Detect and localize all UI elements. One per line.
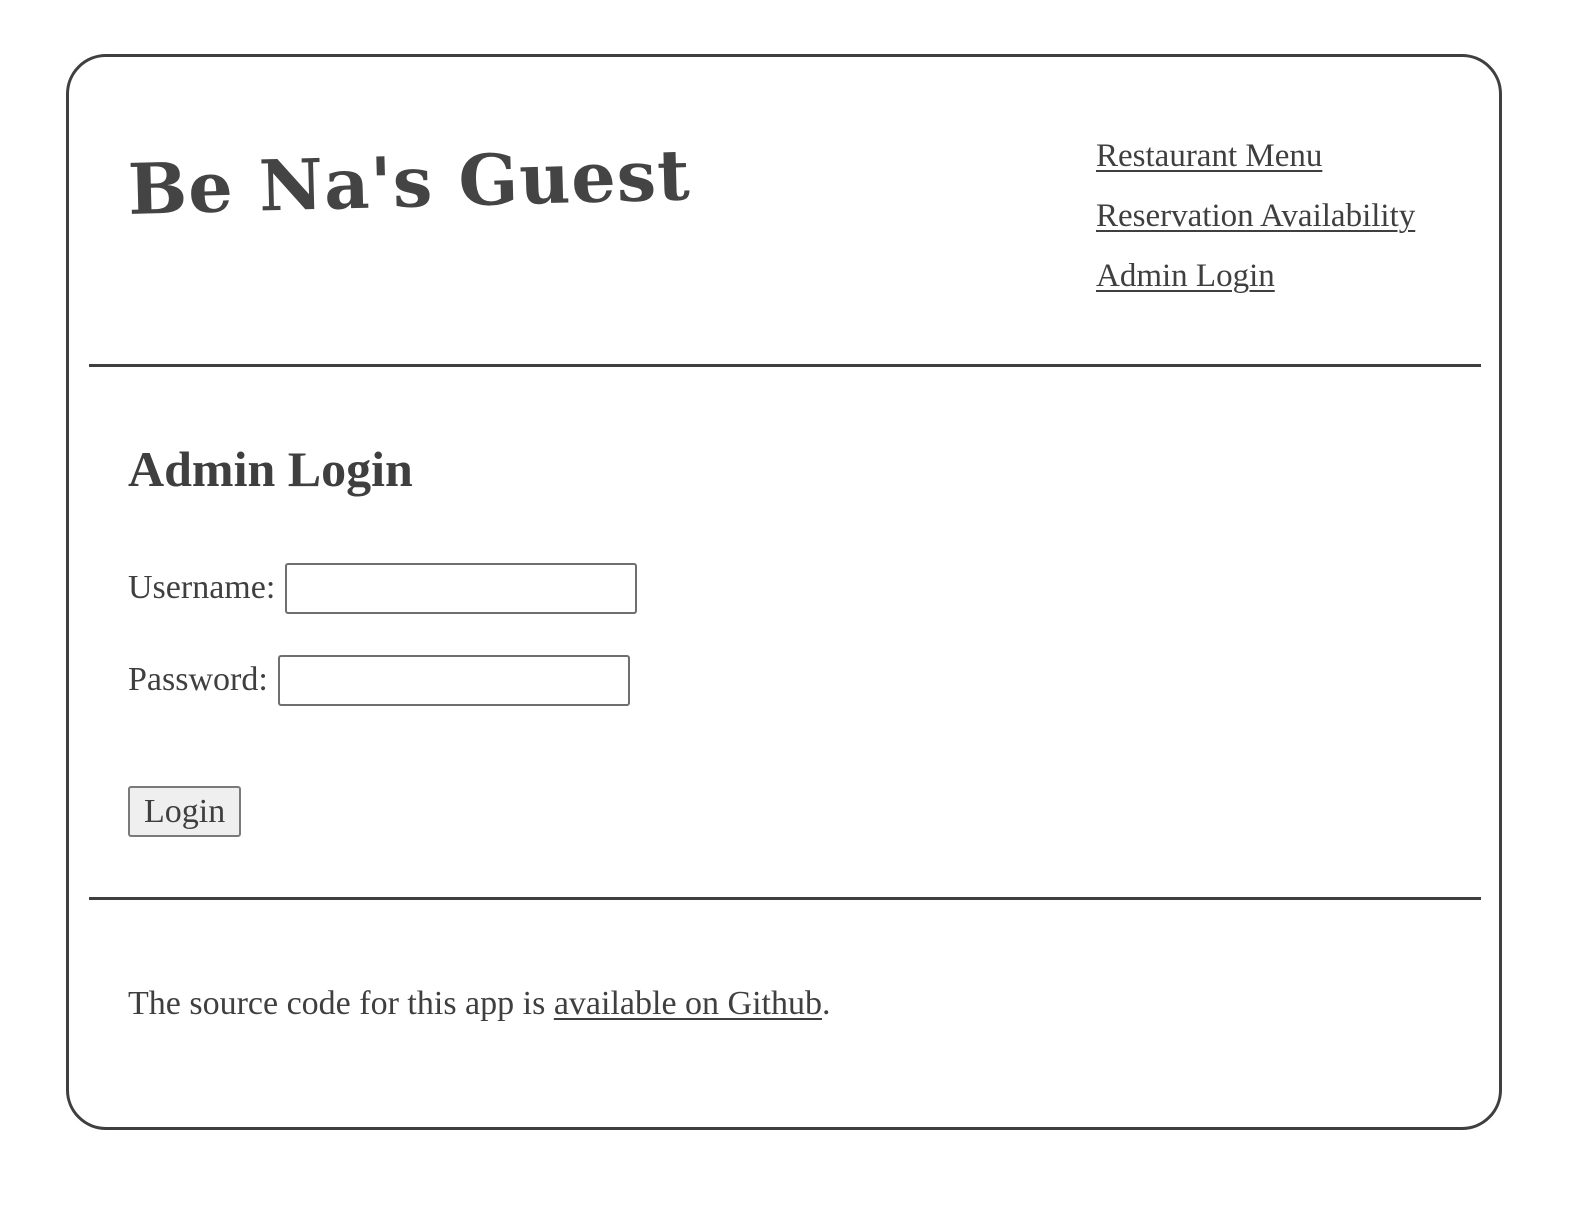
nav-link-reservation-availability[interactable]: Reservation Availability	[1096, 186, 1415, 246]
footer-text: The source code for this app is availabl…	[128, 980, 830, 1028]
footer-text-before: The source code for this app is	[128, 985, 554, 1022]
username-row: Username:	[128, 562, 638, 614]
page-title: Admin Login	[128, 441, 413, 497]
main-nav: Restaurant Menu Reservation Availability…	[1096, 126, 1415, 306]
header-divider	[89, 364, 1481, 367]
password-row: Password:	[128, 654, 630, 706]
site-title: Be Na's Guest	[126, 133, 692, 231]
nav-link-admin-login[interactable]: Admin Login	[1096, 246, 1415, 306]
footer-divider	[89, 897, 1481, 900]
footer-text-after: .	[821, 985, 831, 1022]
github-link[interactable]: available on Github	[554, 985, 822, 1022]
username-input[interactable]	[285, 562, 638, 614]
nav-link-restaurant-menu[interactable]: Restaurant Menu	[1096, 126, 1415, 186]
password-label: Password:	[128, 661, 268, 698]
username-label: Username:	[128, 569, 276, 606]
login-button[interactable]: Login	[128, 786, 242, 837]
password-input[interactable]	[277, 654, 630, 706]
